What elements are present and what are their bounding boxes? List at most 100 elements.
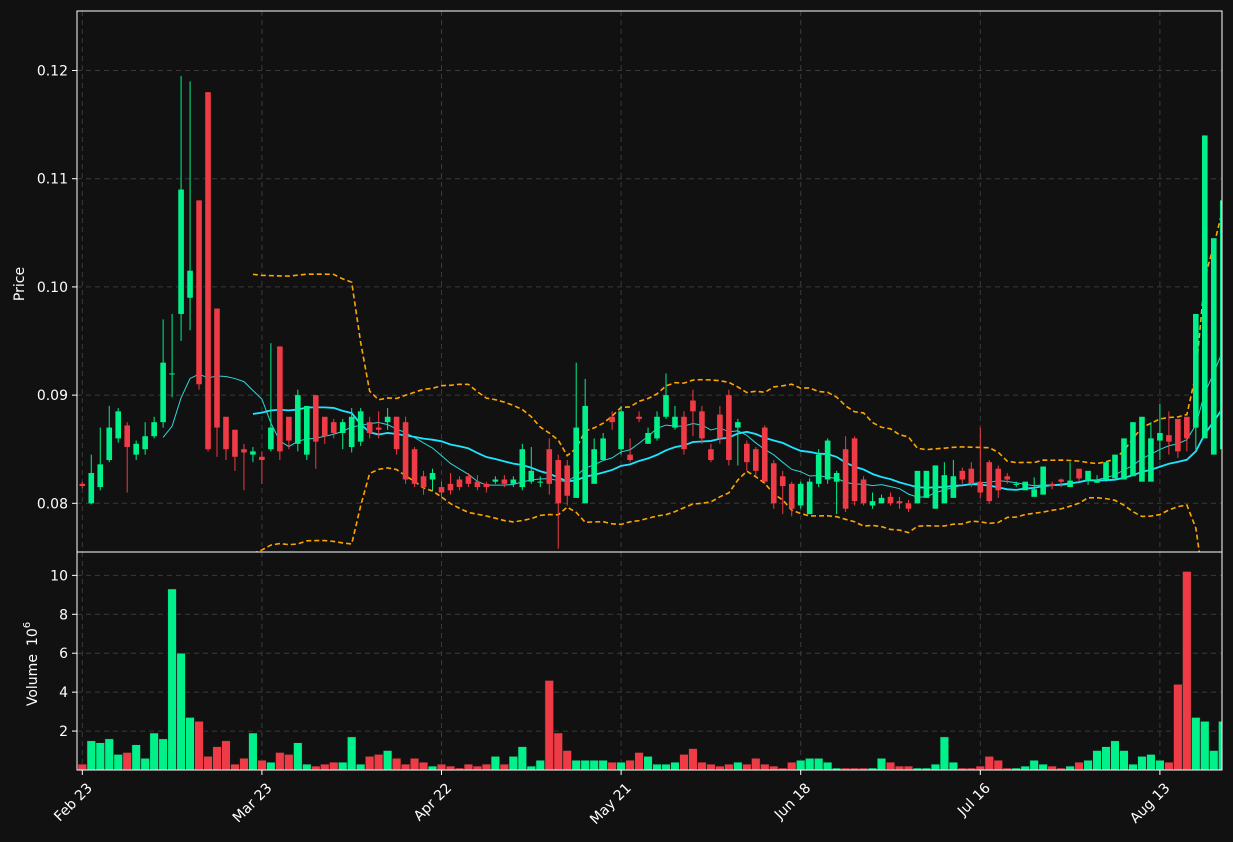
volume-bar	[176, 652, 186, 770]
candle-body	[1004, 476, 1011, 480]
candle-body	[591, 449, 597, 484]
volume-bar	[805, 758, 815, 770]
volume-axis-label-base: 10	[25, 628, 41, 646]
candle-body	[277, 346, 283, 452]
candle-body	[339, 422, 346, 433]
volume-bar	[122, 752, 132, 770]
candle-body	[456, 479, 463, 488]
candle-body	[357, 411, 364, 442]
volume-bar	[374, 754, 384, 770]
volume-bar	[1029, 760, 1039, 770]
volume-axis-label-exponent: 6	[22, 622, 33, 628]
candle-body	[295, 395, 301, 444]
volume-bar	[526, 765, 536, 770]
volume-bar	[293, 742, 303, 770]
volume-bar	[724, 763, 734, 770]
candle-body	[833, 473, 840, 482]
volume-bar	[580, 760, 590, 770]
candle-body	[537, 481, 544, 483]
candle-body	[923, 470, 930, 498]
candle-body	[330, 422, 337, 433]
volume-bar	[1020, 765, 1030, 770]
volume-bar	[239, 758, 249, 770]
candle-body	[1022, 481, 1028, 491]
candle-body	[232, 429, 238, 457]
candle-body	[187, 270, 193, 298]
volume-bar	[697, 761, 707, 770]
volume-bar	[1101, 746, 1111, 770]
candle-body	[1049, 483, 1055, 486]
candle-body	[546, 449, 553, 484]
candle-body	[761, 427, 768, 482]
candle-body	[510, 479, 517, 484]
candle-body	[88, 473, 95, 504]
candle-body	[788, 483, 795, 509]
volume-bar	[1047, 765, 1057, 770]
candle-body	[645, 432, 651, 444]
candle-body	[708, 449, 714, 461]
volume-tick-label: 8	[59, 607, 68, 623]
volume-bar	[347, 736, 357, 770]
candle-body	[393, 416, 400, 450]
candle-body	[214, 308, 220, 428]
volume-bar	[95, 742, 105, 770]
volume-bar	[1182, 571, 1192, 770]
candle-body	[1031, 489, 1037, 497]
volume-bar	[481, 763, 491, 770]
volume-axis-label: Volume 106	[22, 622, 41, 706]
candle-body	[1157, 432, 1163, 441]
volume-bar	[185, 717, 195, 770]
candle-body	[815, 454, 822, 484]
candle-body	[905, 503, 912, 509]
candle-body	[124, 425, 130, 448]
volume-bar	[553, 732, 563, 770]
candle-body	[1175, 418, 1181, 452]
candle-body	[366, 422, 373, 433]
candle-body	[555, 460, 562, 504]
candle-body	[1184, 416, 1190, 439]
volume-bar	[1146, 754, 1156, 770]
volume-tick-label: 10	[50, 568, 68, 584]
volume-bar	[939, 736, 949, 770]
candle-body	[699, 411, 705, 439]
volume-bar	[1083, 760, 1093, 770]
candle-body	[492, 479, 499, 482]
candle-body	[375, 427, 382, 430]
volume-bar	[445, 765, 456, 770]
volume-bar	[652, 763, 662, 770]
candle-body	[205, 92, 211, 450]
candle-body	[770, 463, 777, 504]
volume-bar	[149, 732, 159, 770]
price-axis-label: Price	[12, 267, 28, 301]
volume-bar	[733, 761, 743, 770]
candle-body	[851, 438, 858, 502]
candle-body	[1121, 438, 1127, 480]
volume-bar	[427, 765, 438, 770]
candle-body	[1193, 313, 1199, 428]
candle-body	[286, 416, 292, 441]
candle-body	[474, 481, 481, 488]
candle-body	[986, 462, 993, 502]
candle-body	[1166, 435, 1172, 442]
candle-body	[268, 427, 274, 450]
candle-body	[654, 416, 660, 439]
price-tick-label: 0.08	[37, 496, 68, 512]
candle-body	[384, 416, 391, 423]
candle-body	[950, 476, 957, 498]
volume-bar	[167, 588, 177, 770]
candle-body	[797, 483, 804, 506]
candle-body	[618, 411, 624, 450]
candle-body	[672, 416, 678, 428]
volume-bar	[1137, 756, 1147, 770]
candle-body	[779, 476, 786, 486]
volume-bar	[77, 763, 87, 770]
volume-bar	[616, 761, 626, 770]
volume-bar	[769, 765, 779, 770]
volume-bar	[760, 763, 770, 770]
candle-body	[348, 416, 355, 448]
candle-body	[842, 449, 849, 509]
candle-body	[304, 405, 310, 455]
volume-bar	[930, 763, 940, 770]
volume-bar	[634, 752, 644, 770]
candle-body	[995, 468, 1002, 491]
